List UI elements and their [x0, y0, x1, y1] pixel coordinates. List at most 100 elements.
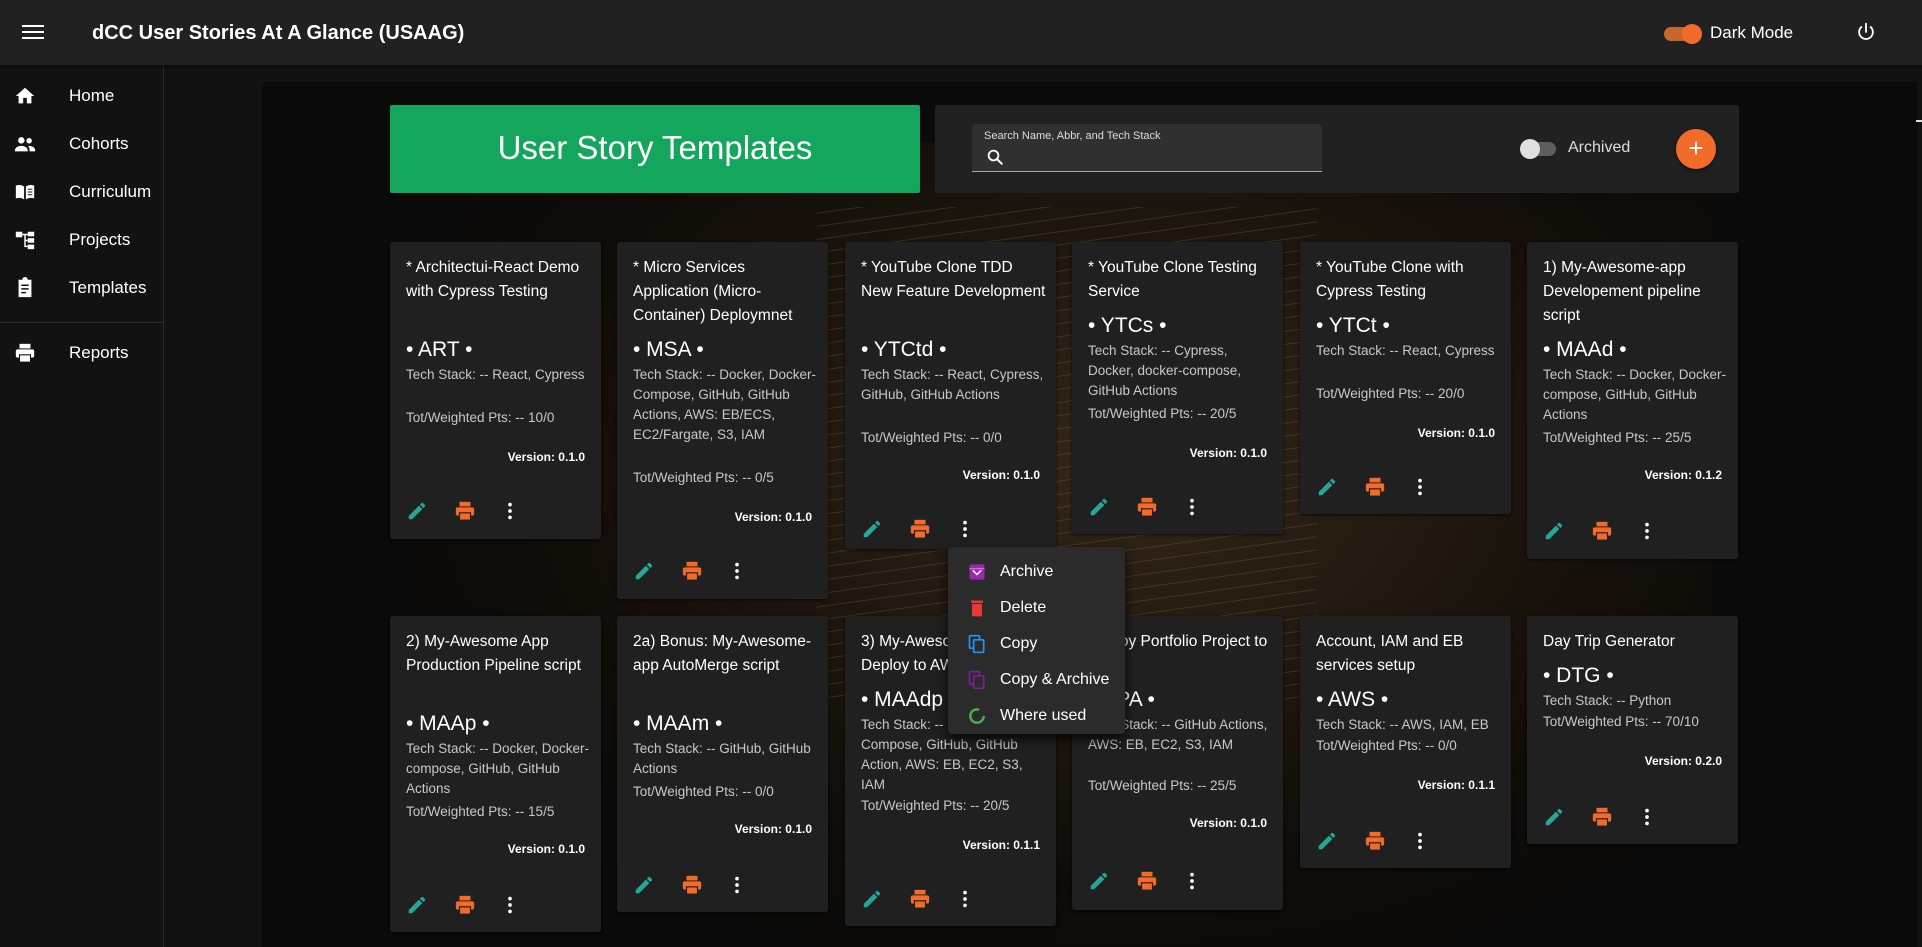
more-vert-icon[interactable]	[1409, 476, 1431, 498]
edit-icon[interactable]	[1316, 476, 1338, 498]
edit-icon[interactable]	[861, 888, 883, 910]
card-points: Tot/Weighted Pts: -- 20/0	[1316, 386, 1465, 401]
card-abbr: • MAAp •	[406, 712, 490, 735]
more-vert-icon[interactable]	[1181, 496, 1203, 518]
copy-icon	[967, 634, 987, 654]
more-vert-icon[interactable]	[1636, 806, 1658, 828]
template-card: 2) My-Awesome App Production Pipeline sc…	[390, 616, 601, 932]
card-version: Version: 0.2.0	[1644, 754, 1722, 768]
more-vert-icon[interactable]	[954, 518, 976, 540]
menu-item-delete[interactable]: Delete	[948, 591, 1125, 625]
card-points: Tot/Weighted Pts: -- 20/5	[1088, 406, 1237, 421]
add-icon: +	[1688, 133, 1704, 163]
copy-archive-icon	[967, 670, 987, 690]
menu-icon[interactable]	[22, 22, 44, 42]
nav-item-templates[interactable]: Templates	[0, 265, 164, 311]
card-points: Tot/Weighted Pts: -- 25/5	[1543, 430, 1692, 445]
add-template-button[interactable]: +	[1676, 129, 1716, 169]
card-title: * YouTube Clone with Cypress Testing	[1316, 259, 1464, 300]
edit-icon[interactable]	[406, 894, 428, 916]
card-tech-stack: Tech Stack: -- React, Cypress, GitHub, G…	[861, 367, 1044, 402]
more-vert-icon[interactable]	[954, 888, 976, 910]
print-icon[interactable]	[1364, 830, 1386, 852]
menu-label: Copy	[1000, 635, 1038, 652]
nav-label: Projects	[69, 230, 131, 249]
more-vert-icon[interactable]	[1181, 870, 1203, 892]
print-icon[interactable]	[909, 888, 931, 910]
card-points: Tot/Weighted Pts: -- 25/5	[1088, 778, 1237, 793]
card-actions	[1316, 830, 1436, 852]
edit-icon[interactable]	[1088, 870, 1110, 892]
template-card: * YouTube Clone with Cypress Testing • Y…	[1300, 242, 1511, 514]
edit-icon[interactable]	[861, 518, 883, 540]
book-icon	[13, 181, 37, 203]
edit-icon[interactable]	[1543, 806, 1565, 828]
nav-item-curriculum[interactable]: Curriculum	[0, 169, 164, 215]
search-field[interactable]: Search Name, Abbr, and Tech Stack	[972, 124, 1322, 172]
card-actions	[1316, 476, 1436, 498]
card-title: * YouTube Clone TDD New Feature Developm…	[861, 259, 1046, 300]
card-tech-stack: Tech Stack: -- React, Cypress	[406, 367, 585, 382]
more-vert-icon[interactable]	[1409, 830, 1431, 852]
nav-item-projects[interactable]: Projects	[0, 217, 164, 263]
dark-mode-toggle[interactable]	[1662, 24, 1702, 44]
more-vert-icon[interactable]	[499, 500, 521, 522]
card-tech-stack: Tech Stack: -- Docker, Docker-compose, G…	[1543, 367, 1727, 422]
archived-label: Archived	[1568, 139, 1631, 156]
nav-label: Home	[69, 86, 115, 105]
nav-item-cohorts[interactable]: Cohorts	[0, 121, 164, 167]
print-icon[interactable]	[454, 894, 476, 916]
card-tech-stack: Tech Stack: -- Cypress, Docker, docker-c…	[1088, 343, 1242, 398]
nav-item-reports[interactable]: Reports	[0, 330, 164, 376]
card-points: Tot/Weighted Pts: -- 15/5	[406, 804, 555, 819]
more-vert-icon[interactable]	[1636, 520, 1658, 542]
card-actions	[406, 500, 526, 522]
print-icon[interactable]	[681, 874, 703, 896]
card-actions	[1543, 520, 1663, 542]
archived-toggle[interactable]	[1520, 139, 1560, 159]
more-vert-icon[interactable]	[726, 874, 748, 896]
edit-icon[interactable]	[406, 500, 428, 522]
card-points: Tot/Weighted Pts: -- 10/0	[406, 410, 555, 425]
card-title: 2) My-Awesome App Production Pipeline sc…	[406, 633, 581, 674]
print-icon[interactable]	[1136, 496, 1158, 518]
dark-mode-label: Dark Mode	[1710, 23, 1794, 42]
more-vert-icon[interactable]	[499, 894, 521, 916]
card-abbr: • MAAm •	[633, 712, 723, 735]
card-title: Account, IAM and EB services setup	[1316, 633, 1464, 674]
print-icon[interactable]	[1136, 870, 1158, 892]
edit-icon[interactable]	[1316, 830, 1338, 852]
print-icon[interactable]	[1591, 520, 1613, 542]
menu-item-where-used[interactable]: Where used	[948, 699, 1125, 733]
template-card: Day Trip Generator • DTG • Tech Stack: -…	[1527, 616, 1738, 844]
menu-label: Archive	[1000, 563, 1054, 580]
menu-item-copy-archive[interactable]: Copy & Archive	[948, 663, 1125, 697]
edit-icon[interactable]	[1543, 520, 1565, 542]
card-points: Tot/Weighted Pts: -- 0/0	[633, 784, 774, 799]
print-icon[interactable]	[681, 560, 703, 582]
edit-icon[interactable]	[633, 560, 655, 582]
edit-icon[interactable]	[1088, 496, 1110, 518]
print-icon[interactable]	[1364, 476, 1386, 498]
search-toolbar: Search Name, Abbr, and Tech Stack Archiv…	[935, 105, 1739, 193]
print-icon[interactable]	[909, 518, 931, 540]
tree-icon	[13, 229, 37, 251]
menu-item-archive[interactable]: Archive	[948, 555, 1125, 589]
where-used-icon	[967, 706, 987, 726]
print-icon[interactable]	[454, 500, 476, 522]
card-title: 1) My-Awesome-app Developement pipeline …	[1543, 259, 1701, 324]
card-title: Day Trip Generator	[1543, 633, 1675, 650]
search-input[interactable]	[1012, 148, 1312, 166]
home-icon	[13, 85, 37, 107]
menu-item-copy[interactable]: Copy	[948, 627, 1125, 661]
edit-icon[interactable]	[633, 874, 655, 896]
more-vert-icon[interactable]	[726, 560, 748, 582]
print-icon[interactable]	[1591, 806, 1613, 828]
card-version: Version: 0.1.0	[734, 822, 812, 836]
search-icon	[986, 148, 1004, 166]
card-abbr: • MSA •	[633, 338, 704, 361]
power-icon[interactable]	[1855, 21, 1877, 43]
nav-item-home[interactable]: Home	[0, 73, 164, 119]
scrollbar-indicator[interactable]	[1916, 120, 1922, 122]
card-points: Tot/Weighted Pts: -- 70/10	[1543, 714, 1699, 729]
